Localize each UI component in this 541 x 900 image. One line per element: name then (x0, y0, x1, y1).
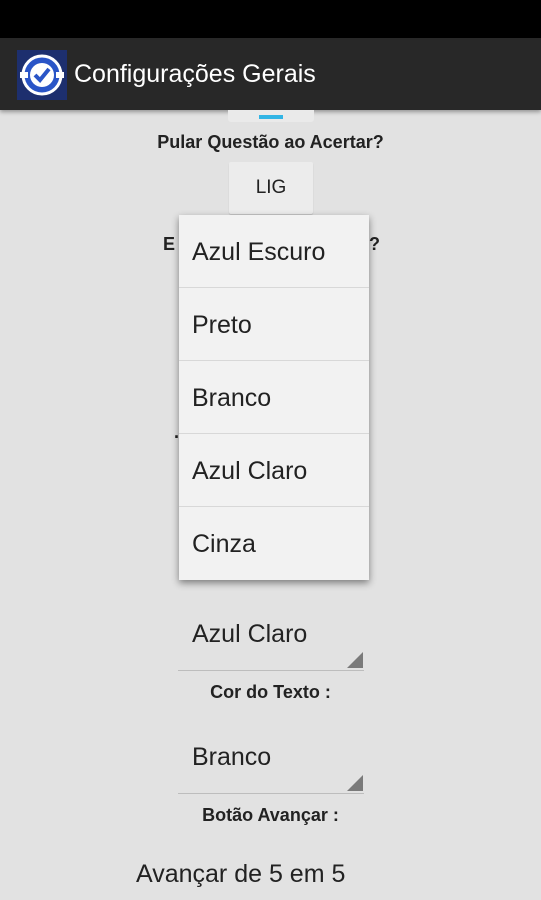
advance-button-label: Botão Avançar : (202, 805, 339, 825)
spinner-arrow-icon (347, 775, 363, 791)
dropdown-option-branco[interactable]: Branco (179, 361, 369, 434)
dropdown-option-cinza[interactable]: Cinza (179, 507, 369, 579)
background-color-spinner[interactable]: Azul Claro (178, 598, 364, 671)
toggle-indicator (259, 115, 283, 119)
app-logo-icon[interactable] (17, 50, 67, 100)
spinner-arrow-icon (347, 652, 363, 668)
color-dropdown-list: Azul Escuro Preto Branco Azul Claro Cinz… (179, 215, 369, 580)
text-color-value: Branco (192, 743, 272, 771)
previous-toggle[interactable] (228, 110, 314, 122)
skip-question-label: Pular Questão ao Acertar? (157, 132, 384, 152)
app-title: Configurações Gerais (74, 60, 316, 88)
background-color-value: Azul Claro (192, 620, 308, 648)
dropdown-option-preto[interactable]: Preto (179, 288, 369, 361)
hidden-setting-label-end: ? (369, 234, 380, 254)
skip-question-toggle[interactable]: LIG (229, 162, 313, 214)
dropdown-option-azul-escuro[interactable]: Azul Escuro (179, 215, 369, 288)
dropdown-option-azul-claro[interactable]: Azul Claro (179, 434, 369, 507)
text-color-spinner[interactable]: Branco (178, 721, 364, 794)
hidden-setting-label-start: E (163, 234, 176, 254)
advance-button-spinner[interactable]: Avançar de 5 em 5 (136, 860, 345, 889)
text-color-label: Cor do Texto : (210, 682, 331, 702)
action-bar: Configurações Gerais (0, 38, 541, 110)
status-bar (0, 0, 541, 38)
